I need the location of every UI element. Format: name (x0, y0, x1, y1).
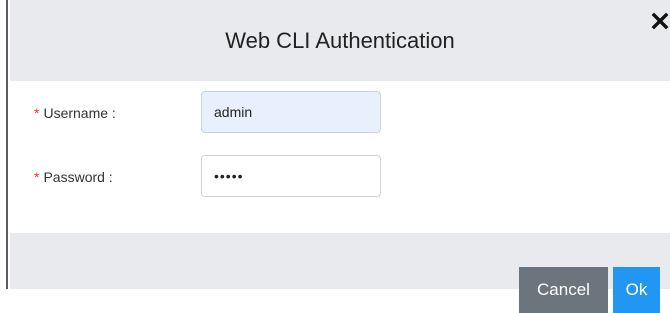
username-label-text: Username : (43, 105, 116, 121)
dialog-footer: Cancel Ok (10, 233, 670, 313)
username-input[interactable] (201, 91, 381, 133)
cancel-button[interactable]: Cancel (519, 267, 608, 313)
required-marker: * (34, 105, 40, 121)
dialog-left-border (0, 0, 8, 289)
password-row: * Password : (10, 155, 670, 199)
dialog-header: Web CLI Authentication (10, 0, 670, 81)
password-label-text: Password : (43, 169, 113, 185)
ok-button[interactable]: Ok (613, 267, 660, 313)
password-label: * Password : (34, 155, 113, 199)
auth-dialog: Web CLI Authentication *Username : *Pass… (0, 0, 670, 313)
required-marker: * (34, 169, 40, 185)
close-icon[interactable] (651, 12, 669, 30)
username-row: * Username : (10, 91, 670, 135)
password-input[interactable] (201, 155, 381, 197)
dialog-title: Web CLI Authentication (225, 28, 455, 53)
username-label: * Username : (34, 91, 116, 135)
